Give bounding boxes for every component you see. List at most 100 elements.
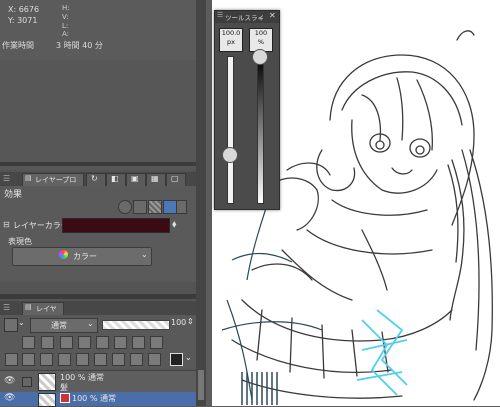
- arm: [281, 249, 353, 301]
- layer-color-label: レイヤーカラー: [13, 221, 69, 230]
- tone-effect-button[interactable]: [148, 200, 162, 214]
- navigator-icon: ◧: [111, 174, 119, 183]
- effects-heading: 効果: [4, 190, 23, 200]
- panel-menu-icon[interactable]: ☰: [3, 174, 10, 183]
- clip-layer-icon[interactable]: [22, 336, 35, 349]
- layer-row[interactable]: 👁 100 % 通常: [0, 392, 196, 407]
- close-icon[interactable]: ✕: [269, 11, 276, 20]
- panel-divider[interactable]: [0, 162, 196, 166]
- expression-color-heading: 表現色: [8, 237, 32, 246]
- panel-divider[interactable]: [0, 294, 196, 299]
- collar: [331, 199, 428, 216]
- lock-transparent-icon[interactable]: [96, 336, 109, 349]
- reference-layer-icon[interactable]: [41, 336, 54, 349]
- lock-icon[interactable]: [78, 336, 91, 349]
- layer-thumbnail: [38, 393, 56, 407]
- v-label: V:: [62, 13, 69, 21]
- tab-navigator[interactable]: ◧: [106, 173, 126, 187]
- opacity-value[interactable]: 100: [171, 318, 186, 327]
- hair-strand: [396, 77, 404, 141]
- layer-row[interactable]: 👁 100 % 通常 髪: [0, 370, 196, 393]
- tab-sub-view[interactable]: ▣: [126, 173, 146, 187]
- expression-color-select[interactable]: カラー ⌄: [12, 247, 152, 266]
- ruler-create-icon[interactable]: [130, 353, 143, 366]
- mouth: [391, 167, 413, 175]
- combine-down-icon[interactable]: [76, 353, 89, 366]
- tab-extra[interactable]: ▢: [166, 173, 186, 187]
- layer-property-icon: ▤: [25, 174, 32, 182]
- brush-size-unit: px: [227, 38, 235, 46]
- blend-mode-select[interactable]: 通常 ⌄: [30, 318, 98, 333]
- brush-size-slider[interactable]: [227, 56, 234, 204]
- brush-size-value-box[interactable]: 100.0 px: [219, 28, 243, 52]
- tool-slider-palette: ☰ ツールスライ _ ✕ 100.0 px 100 %: [214, 10, 280, 210]
- eye-icon[interactable]: 👁: [4, 393, 15, 403]
- new-vector-layer-icon[interactable]: [22, 353, 35, 366]
- new-folder-icon[interactable]: [40, 353, 53, 366]
- expression-color-value: カラー: [73, 252, 97, 261]
- right-pupil: [415, 145, 425, 155]
- mask-enable-icon[interactable]: [114, 336, 127, 349]
- bodice: [306, 229, 433, 255]
- panel-scrollbar[interactable]: [196, 0, 206, 406]
- chevron-down-icon[interactable]: [176, 200, 187, 214]
- brush-size-knob[interactable]: [222, 146, 238, 163]
- empty-panel-area: [0, 60, 196, 170]
- draft-layer-icon[interactable]: [60, 336, 73, 349]
- scroll-thumb[interactable]: [198, 370, 204, 400]
- brush-opacity-knob[interactable]: [252, 49, 268, 65]
- tab-history[interactable]: ↻: [86, 173, 106, 187]
- delete-layer-icon[interactable]: [148, 353, 161, 366]
- watercolor-edge-button[interactable]: [133, 200, 147, 214]
- sleeve: [286, 162, 331, 176]
- chevron-down-icon[interactable]: ⌄: [18, 318, 25, 327]
- panel-menu-icon[interactable]: ☰: [3, 303, 10, 312]
- new-raster-layer-icon[interactable]: [5, 353, 18, 366]
- brush-opacity-slider[interactable]: [257, 56, 264, 204]
- chevron-down-icon[interactable]: ⌄: [185, 353, 192, 362]
- blue-sketch-line: [226, 299, 253, 401]
- layer-color-indicator-icon[interactable]: [170, 353, 183, 366]
- create-mask-icon[interactable]: [94, 353, 107, 366]
- a-label: A:: [62, 30, 70, 38]
- palette-menu-icon[interactable]: ☰: [217, 11, 223, 19]
- chevron-down-icon: ⌄: [87, 319, 94, 328]
- chevron-down-icon: ⌄: [141, 250, 148, 259]
- tab-layer-property[interactable]: ▤ レイヤープロパティ: [22, 173, 84, 194]
- dark-frill-lines: [241, 372, 278, 405]
- layer-color-checkbox[interactable]: ⊟: [3, 220, 10, 229]
- edit-mark-icon: [60, 393, 70, 403]
- apply-mask-icon[interactable]: [112, 353, 125, 366]
- opacity-slider[interactable]: [102, 320, 170, 330]
- layer-color-swatch[interactable]: [62, 218, 170, 233]
- arm-left: [251, 263, 313, 281]
- sub-view-icon: ▣: [131, 174, 139, 183]
- ruler-icon[interactable]: [132, 336, 145, 349]
- transfer-down-icon[interactable]: [58, 353, 71, 366]
- palette-title-bar[interactable]: ☰ ツールスライ _ ✕: [215, 10, 279, 23]
- tab-search[interactable]: ▦: [146, 173, 166, 187]
- y-coordinate: Y: 3071: [8, 16, 38, 25]
- border-effect-button[interactable]: [118, 200, 132, 214]
- paint-bucket-icon[interactable]: ⬧: [172, 219, 177, 230]
- blue-sketch-line: [231, 252, 293, 263]
- stepper-icon[interactable]: ⇕: [187, 317, 194, 326]
- brush-opacity-unit: %: [257, 38, 265, 46]
- eye-icon[interactable]: 👁: [4, 376, 15, 386]
- work-time-label: 作業時間: [2, 41, 34, 50]
- tab-layer[interactable]: ▤ レイヤー: [22, 302, 64, 323]
- layer-color-effect-button[interactable]: [163, 200, 177, 214]
- left-pupil: [375, 140, 385, 150]
- layer-palette-icon[interactable]: [150, 336, 163, 349]
- long-hair: [461, 149, 480, 351]
- color-wheel-icon: [59, 250, 68, 259]
- hand: [316, 149, 356, 192]
- cyan-sketch-lines: [356, 309, 408, 396]
- brush-opacity-value: 100: [254, 29, 268, 37]
- x-coordinate: X: 6676: [8, 5, 40, 14]
- blend-mode-value: 通常: [51, 321, 67, 330]
- lock-toggle-icon[interactable]: [22, 377, 32, 387]
- property-tab-bar: ☰ ▤ レイヤープロパティ ↻ ◧ ▣ ▦ ▢: [0, 172, 196, 194]
- minimize-icon[interactable]: _: [259, 10, 263, 19]
- layer-mask-icon[interactable]: [4, 318, 18, 332]
